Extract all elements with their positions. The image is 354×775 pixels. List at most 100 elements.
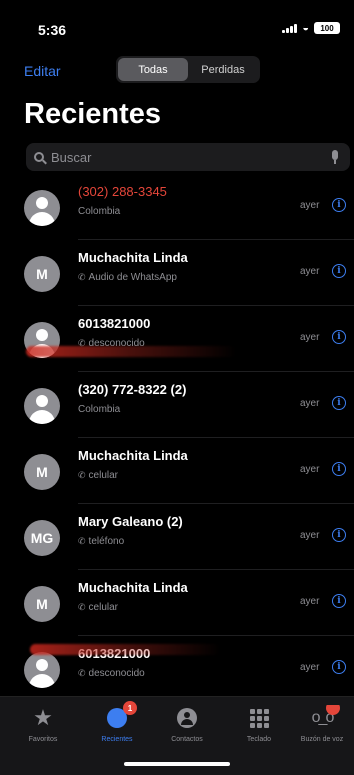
call-subtitle-text: Colombia [78, 206, 121, 217]
avatar-initials: MG [30, 530, 54, 546]
tab-contactos[interactable]: Contactos [152, 705, 222, 743]
contact-silhouette-icon [24, 388, 60, 424]
tab-label: Teclado [246, 736, 272, 743]
call-row[interactable]: M Muchachita Linda ✆ celular ayer i [0, 570, 354, 636]
segment-all[interactable]: Todas [118, 58, 188, 81]
caller-name: (320) 772-8322 (2) [78, 382, 187, 397]
clock-icon-wrap: 1 [107, 701, 137, 731]
call-subtitle: ✆ teléfono [78, 536, 124, 547]
call-subtitle: ✆ desconocido [78, 668, 145, 679]
call-date: ayer [300, 200, 320, 211]
info-icon[interactable]: i [332, 264, 346, 278]
call-row[interactable]: (302) 288-3345 Colombia ayer i [0, 174, 354, 240]
recent-calls-list: (302) 288-3345 Colombia ayer i M Muchach… [0, 174, 354, 702]
call-date: ayer [300, 266, 320, 277]
signal-icon [282, 23, 298, 33]
caller-name: Muchachita Linda [78, 448, 188, 463]
notification-badge: 1 [123, 701, 137, 715]
star-icon: ★ [33, 705, 53, 730]
wifi-icon: ◒ [302, 22, 309, 34]
tab-label: Contactos [171, 736, 203, 743]
status-icons: ◒ 100 [282, 22, 340, 34]
call-subtitle-text: Audio de WhatsApp [88, 272, 177, 283]
search-bar[interactable] [26, 143, 350, 171]
call-row[interactable]: 6013821000 ✆desconocido ayer i [0, 306, 354, 372]
call-row[interactable]: 6013821000 ✆desconocido ayer i [0, 636, 354, 702]
avatar-initials: M [36, 464, 48, 480]
caller-name: Muchachita Linda [78, 250, 188, 265]
info-icon[interactable]: i [332, 462, 346, 476]
call-date: ayer [300, 398, 320, 409]
call-subtitle: Colombia [78, 206, 120, 217]
tab-label: Buzón de voz [300, 736, 344, 743]
info-icon[interactable]: i [332, 198, 346, 212]
call-row[interactable]: MG Mary Galeano (2) ✆ teléfono ayer i [0, 504, 354, 570]
tab-buzon[interactable]: o_o Buzón de voz [290, 705, 354, 743]
call-date: ayer [300, 596, 320, 607]
caller-name: (302) 288-3345 [78, 184, 167, 199]
call-subtitle-text: teléfono [88, 536, 125, 547]
phone-icon: ✆ [78, 602, 86, 612]
contact-silhouette-icon [24, 190, 60, 226]
tab-favoritos[interactable]: ★ Favoritos [8, 705, 78, 743]
red-smudge [30, 644, 220, 655]
microphone-icon[interactable] [328, 149, 342, 165]
voicemail-icon-wrap: o_o [312, 705, 341, 731]
phone-icon: ✆ [78, 536, 86, 546]
battery-icon: 100 [314, 22, 340, 34]
call-date: ayer [300, 662, 320, 673]
avatar-initials: M [36, 596, 48, 612]
caller-name: Mary Galeano (2) [78, 514, 183, 529]
info-icon[interactable]: i [332, 396, 346, 410]
status-bar: 5:36 ◒ 100 [0, 0, 354, 44]
segment-missed[interactable]: Perdidas [188, 58, 258, 81]
info-icon[interactable]: i [332, 594, 346, 608]
caller-name: 6013821000 [78, 316, 151, 331]
call-date: ayer [300, 332, 320, 343]
call-subtitle-text: Colombia [78, 404, 121, 415]
call-date: ayer [300, 530, 320, 541]
phone-icon: ✆ [78, 272, 86, 282]
contact-avatar: M [24, 256, 60, 292]
edit-button[interactable]: Editar [24, 63, 61, 79]
page-title: Recientes [24, 98, 162, 130]
call-subtitle: ✆ celular [78, 602, 118, 613]
phone-icon: ✆ [78, 470, 86, 480]
search-input[interactable] [51, 149, 328, 165]
call-row[interactable]: M Muchachita Linda ✆ Audio de WhatsApp ay… [0, 240, 354, 306]
call-row[interactable]: M Muchachita Linda ✆ celular ayer i [0, 438, 354, 504]
tab-label: Favoritos [28, 736, 58, 743]
person-icon-wrap [177, 705, 197, 731]
call-subtitle: ✆ desconocido [78, 338, 145, 349]
avatar-initials: M [36, 266, 48, 282]
info-icon[interactable]: i [332, 330, 346, 344]
status-time: 5:36 [38, 22, 67, 38]
contact-avatar: M [24, 586, 60, 622]
contact-avatar: MG [24, 520, 60, 556]
tab-recientes[interactable]: 1 Recientes [82, 701, 152, 743]
call-subtitle-text: celular [88, 470, 119, 481]
call-date: ayer [300, 464, 320, 475]
call-subtitle: ✆ celular [78, 470, 118, 481]
call-subtitle-text: desconocido [88, 338, 145, 349]
phone-icon: ✆ [78, 668, 86, 678]
keypad-icon-wrap [249, 705, 269, 731]
phone-icon: ✆ [78, 338, 86, 348]
call-subtitle: Colombia [78, 404, 120, 415]
call-row[interactable]: (320) 772-8322 (2) Colombia ayer i [0, 372, 354, 438]
contact-silhouette-icon [24, 652, 60, 688]
info-icon[interactable]: i [332, 528, 346, 542]
notification-badge-dot [326, 705, 341, 715]
person-icon [177, 708, 197, 728]
caller-name: Muchachita Linda [78, 580, 188, 595]
home-indicator[interactable] [124, 762, 230, 766]
filter-segmented-control: Todas Perdidas [116, 56, 260, 83]
call-subtitle-text: celular [88, 602, 119, 613]
search-icon [34, 152, 44, 162]
contact-avatar: M [24, 454, 60, 490]
call-subtitle: ✆ Audio de WhatsApp [78, 272, 177, 283]
tab-teclado[interactable]: Teclado [224, 705, 294, 743]
info-icon[interactable]: i [332, 660, 346, 674]
tab-label: Recientes [101, 736, 133, 743]
keypad-icon [249, 708, 269, 728]
